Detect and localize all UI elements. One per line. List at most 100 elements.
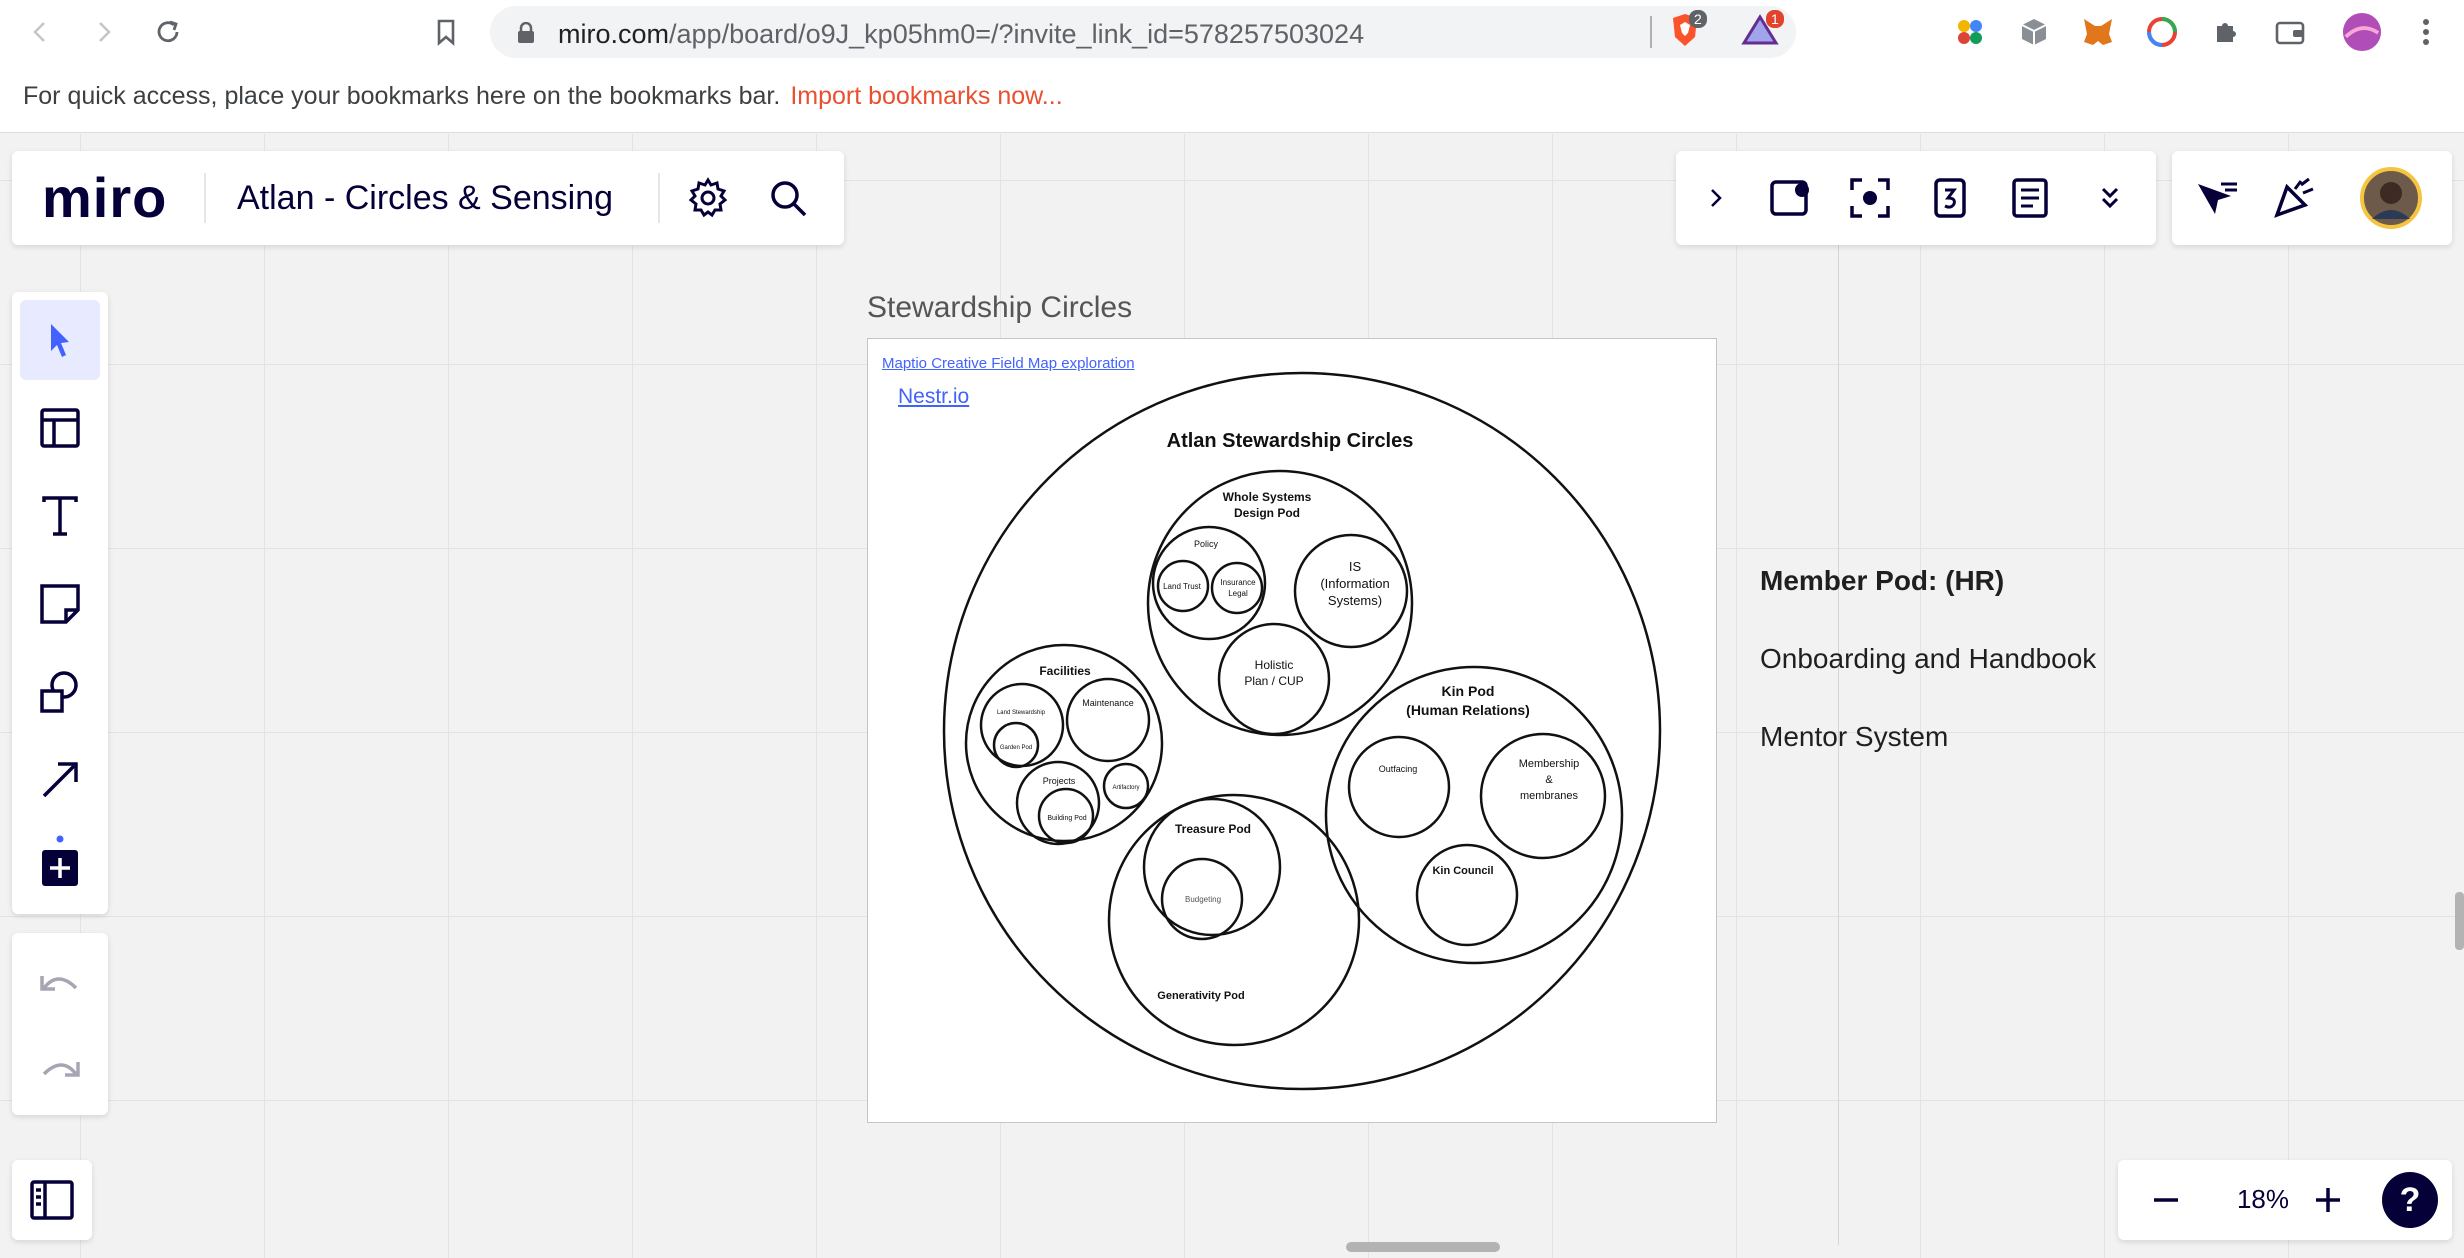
rewards-badge: 1 — [1766, 10, 1784, 28]
timer-icon[interactable] — [1922, 170, 1978, 226]
import-bookmarks-link[interactable]: Import bookmarks now... — [790, 82, 1062, 110]
label-whole-systems-1: Whole Systems — [1223, 490, 1312, 504]
templates-tool[interactable] — [20, 388, 100, 468]
notes-icon[interactable] — [2002, 170, 2058, 226]
cursor-filter-icon[interactable] — [2188, 170, 2244, 226]
label-kin-council: Kin Council — [1432, 865, 1493, 877]
frame-title[interactable]: Stewardship Circles — [867, 291, 1132, 325]
cursor-arrow-icon — [51, 324, 69, 357]
search-icon[interactable] — [760, 170, 816, 226]
left-creation-toolbar — [12, 292, 108, 914]
label-budgeting: Budgeting — [1185, 895, 1221, 904]
bookmark-icon[interactable] — [428, 14, 464, 50]
circle-insurance — [1210, 561, 1264, 615]
label-insurance-1: Insurance — [1220, 578, 1256, 587]
lock-icon — [518, 22, 534, 43]
member-pod-item: Onboarding and Handbook — [1760, 643, 2097, 674]
header-divider — [658, 173, 660, 223]
label-outfacing: Outfacing — [1379, 764, 1418, 774]
circle-kin-council — [1415, 843, 1519, 947]
text-tool[interactable] — [20, 476, 100, 556]
more-apps-tool[interactable] — [20, 822, 100, 902]
label-facilities: Facilities — [1039, 664, 1091, 678]
label-membership-2: & — [1545, 774, 1553, 786]
board-sidebar-toggle[interactable] — [12, 1160, 92, 1240]
miro-logo[interactable]: miro — [42, 165, 167, 230]
sidebar-panel-icon — [30, 1180, 74, 1220]
label-generativity: Generativity Pod — [1157, 990, 1244, 1002]
undo-button[interactable] — [20, 943, 100, 1023]
zoom-out-button[interactable] — [2138, 1172, 2194, 1228]
zoom-level[interactable]: 18% — [2218, 1184, 2308, 1215]
bookmarks-bar: For quick access, place your bookmarks h… — [0, 65, 2464, 133]
label-land-trust: Land Trust — [1163, 582, 1202, 591]
label-is-1: IS — [1349, 559, 1362, 574]
label-policy: Policy — [1194, 539, 1219, 549]
wallet-icon[interactable] — [2270, 12, 2310, 52]
brave-badge: 2 — [1689, 10, 1707, 28]
forward-icon[interactable] — [86, 14, 122, 50]
stewardship-frame[interactable]: Maptio Creative Field Map exploration Ne… — [867, 338, 1717, 1123]
undo-redo-panel — [12, 933, 108, 1115]
extensions-puzzle-icon[interactable] — [2206, 12, 2246, 52]
plus-icon — [2316, 1188, 2340, 1212]
frames-icon[interactable] — [1762, 170, 1818, 226]
arrow-line-icon — [42, 762, 78, 798]
omnibox-divider — [1650, 16, 1652, 48]
extension-clock-icon[interactable] — [2142, 12, 2182, 52]
board-header-panel: miro Atlan - Circles & Sensing — [12, 151, 844, 245]
stewardship-circles-diagram: Atlan Stewardship Circles Whole Systems … — [942, 371, 1662, 1091]
undo-icon — [40, 976, 78, 991]
label-is-2: (Information — [1320, 576, 1389, 591]
address-bar[interactable]: miro.com/app/board/o9J_kp05hm0=/?invite_… — [490, 6, 1796, 58]
label-kin-pod-1: Kin Pod — [1442, 683, 1495, 699]
connection-line-tool[interactable] — [20, 740, 100, 820]
zoom-in-button[interactable] — [2300, 1172, 2356, 1228]
sticky-note-tool[interactable] — [20, 564, 100, 644]
extension-cube-icon[interactable] — [2014, 12, 2054, 52]
label-whole-systems-2: Design Pod — [1234, 506, 1300, 520]
celebrate-icon[interactable] — [2266, 170, 2322, 226]
label-holistic-1: Holistic — [1255, 658, 1294, 672]
browser-toolbar: miro.com/app/board/o9J_kp05hm0=/?invite_… — [0, 0, 2464, 65]
label-main-title: Atlan Stewardship Circles — [1167, 430, 1414, 452]
top-right-toolbar — [1676, 151, 2156, 245]
board-title[interactable]: Atlan - Circles & Sensing — [237, 179, 613, 218]
profile-avatar[interactable] — [2342, 12, 2382, 52]
url-host: miro.com — [558, 19, 670, 49]
label-insurance-2: Legal — [1228, 589, 1248, 598]
horizontal-scrollbar[interactable] — [1346, 1242, 1500, 1252]
double-chevron-down-icon[interactable] — [2082, 170, 2138, 226]
menu-icon[interactable] — [2406, 12, 2446, 52]
label-membership-3: membranes — [1520, 790, 1579, 802]
user-avatar[interactable] — [2360, 167, 2422, 229]
label-land-stewardship: Land Stewardship — [997, 710, 1046, 716]
circle-is — [1293, 533, 1409, 649]
text-t-icon — [42, 496, 78, 536]
help-button[interactable]: ? — [2382, 1172, 2438, 1228]
label-is-3: Systems) — [1328, 593, 1382, 608]
chevron-right-icon[interactable] — [1688, 170, 1744, 226]
shapes-tool[interactable] — [20, 652, 100, 732]
settings-gear-icon[interactable] — [680, 170, 736, 226]
member-pod-text[interactable]: Member Pod: (HR) Onboarding and Handbook… — [1760, 561, 2120, 795]
select-tool[interactable] — [20, 300, 100, 380]
back-icon[interactable] — [22, 14, 58, 50]
label-projects: Projects — [1043, 776, 1076, 786]
redo-button[interactable] — [20, 1029, 100, 1109]
reload-icon[interactable] — [150, 14, 186, 50]
templates-icon — [40, 408, 80, 448]
label-garden-pod: Garden Pod — [1000, 745, 1032, 751]
brave-rewards-icon[interactable]: 1 — [1740, 10, 1784, 50]
vertical-scrollbar[interactable] — [2455, 892, 2464, 950]
brave-shields-icon[interactable]: 2 — [1665, 10, 1707, 50]
label-holistic-2: Plan / CUP — [1244, 674, 1303, 688]
label-treasure-pod: Treasure Pod — [1175, 822, 1251, 836]
member-pod-title: Member Pod: (HR) — [1760, 565, 2005, 596]
label-membership-1: Membership — [1519, 758, 1580, 770]
metamask-fox-icon[interactable] — [2078, 12, 2118, 52]
extension-colorful-icon[interactable] — [1950, 12, 1990, 52]
label-building-pod: Building Pod — [1047, 815, 1086, 822]
url-path: /app/board/o9J_kp05hm0=/?invite_link_id=… — [669, 19, 1365, 49]
present-focus-icon[interactable] — [1842, 170, 1898, 226]
